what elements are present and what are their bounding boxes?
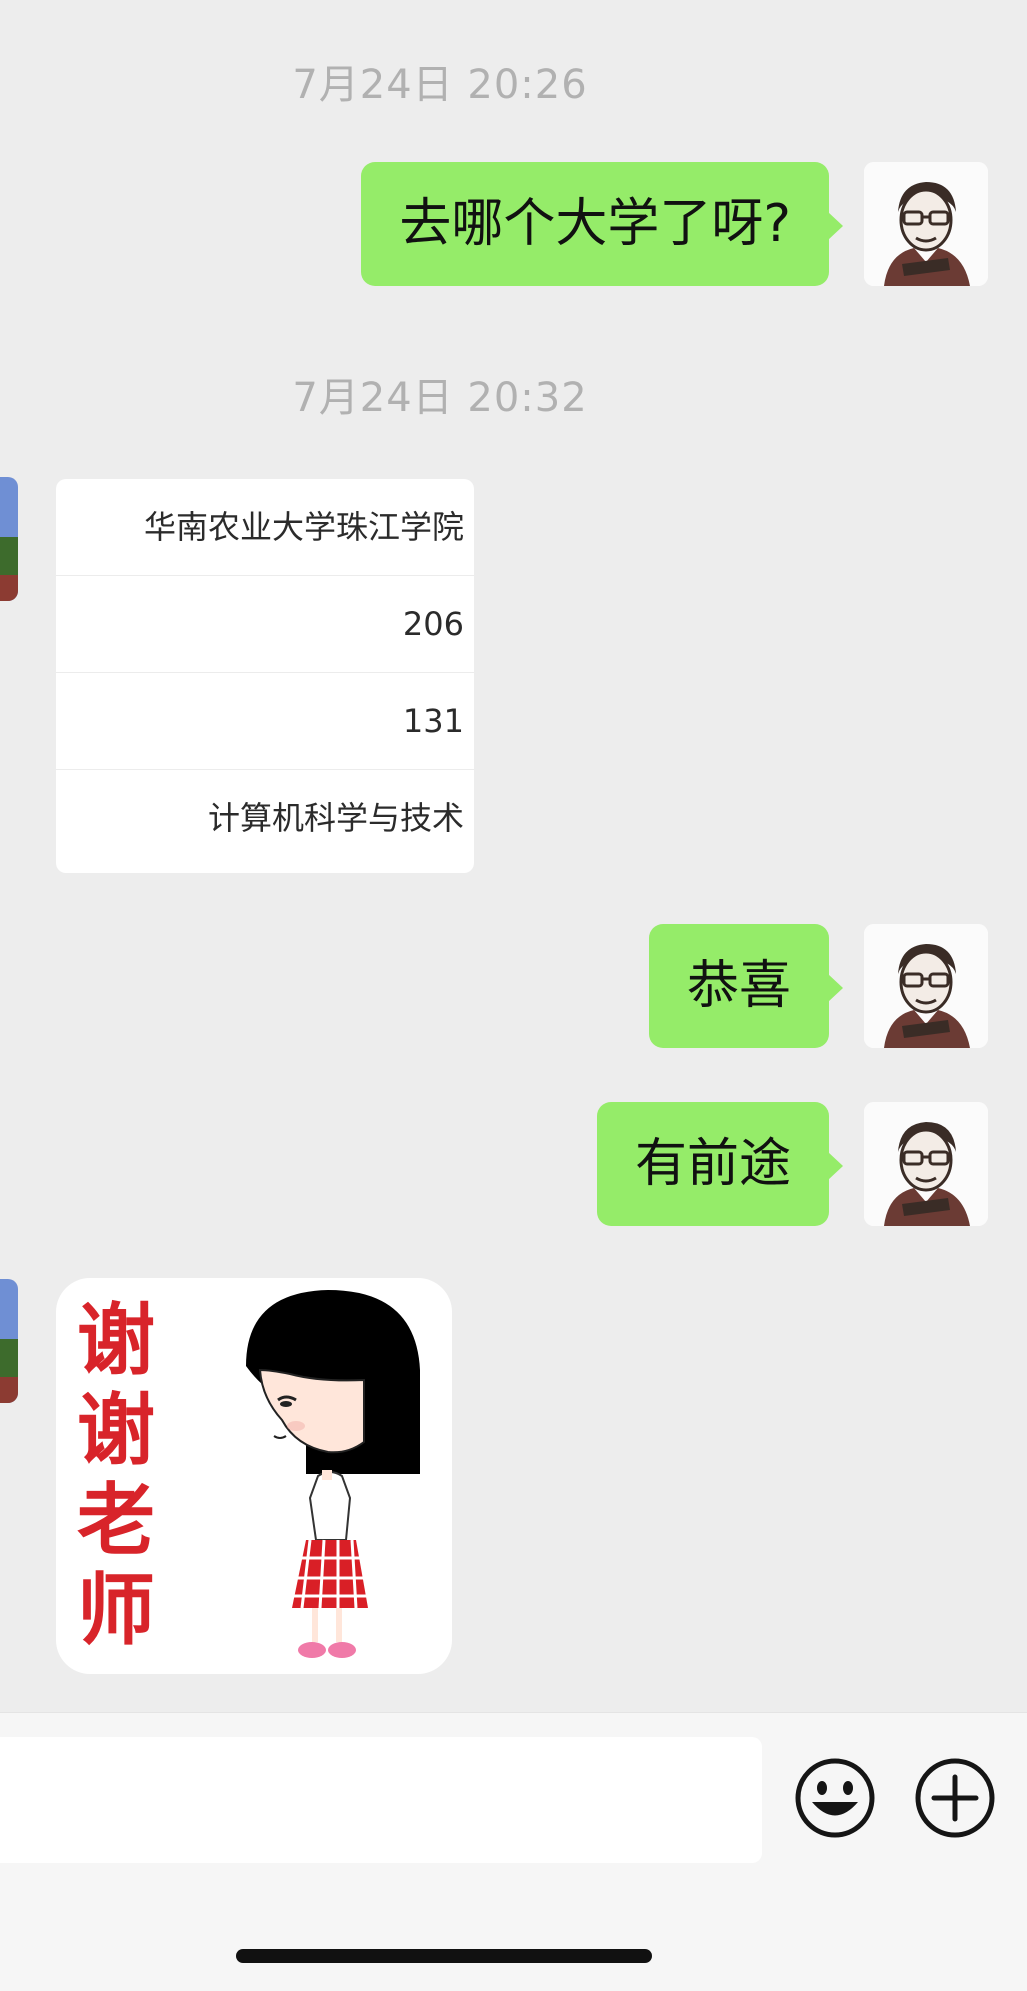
home-indicator[interactable]: [236, 1949, 652, 1963]
chat-area: 7月24日 20:26 去哪个大学了呀? 7月24日 20:32 华南农业大学珠…: [0, 0, 1027, 1712]
emoji-icon[interactable]: [794, 1757, 876, 1839]
outgoing-message-bubble[interactable]: 有前途: [596, 1102, 844, 1226]
sticker-char: 谢: [76, 1386, 155, 1476]
sticker-char: 师: [76, 1566, 155, 1656]
cartoon-girl-illustration: [246, 1290, 420, 1658]
sticker-caption: 谢 谢 老 师: [66, 1296, 166, 1656]
card-row-rank: 131: [56, 673, 474, 770]
card-row-major: 计算机科学与技术: [207, 799, 464, 837]
self-avatar[interactable]: [864, 1102, 988, 1226]
plus-icon[interactable]: [914, 1757, 996, 1839]
self-avatar[interactable]: [864, 924, 988, 1048]
timestamp: 7月24日 20:32: [292, 375, 588, 421]
card-row-score: 206: [56, 576, 474, 673]
self-avatar[interactable]: [864, 162, 988, 286]
outgoing-message-bubble[interactable]: 恭喜: [648, 924, 844, 1048]
timestamp: 7月24日 20:26: [292, 62, 588, 108]
sticker-message[interactable]: 谢 谢 老 师: [56, 1278, 452, 1674]
contact-avatar[interactable]: [0, 477, 18, 601]
outgoing-message-bubble[interactable]: 去哪个大学了呀?: [361, 162, 843, 286]
card-row-university: 华南农业大学珠江学院: [56, 479, 474, 576]
info-card[interactable]: 华南农业大学珠江学院 206 131 计算机科学与技术: [56, 479, 474, 873]
contact-avatar[interactable]: [0, 1279, 18, 1403]
sticker-char: 谢: [76, 1296, 155, 1386]
sticker-char: 老: [76, 1476, 155, 1566]
message-input[interactable]: [0, 1737, 762, 1863]
